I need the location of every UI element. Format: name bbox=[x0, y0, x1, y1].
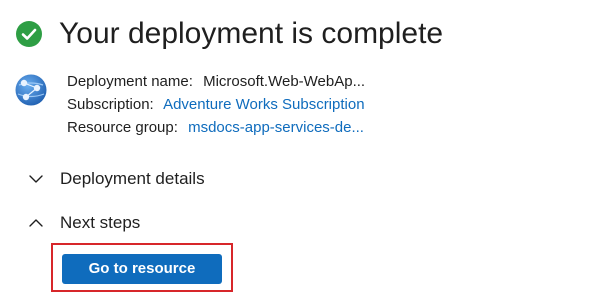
deployment-name-label: Deployment name: bbox=[67, 73, 193, 90]
subscription-row: Subscription: Adventure Works Subscripti… bbox=[67, 93, 365, 116]
go-to-resource-button[interactable]: Go to resource bbox=[62, 254, 222, 284]
next-steps-label: Next steps bbox=[60, 213, 141, 232]
resource-group-label: Resource group: bbox=[67, 119, 178, 136]
subscription-label: Subscription: bbox=[67, 96, 154, 113]
deployment-info: Deployment name: Microsoft.Web-WebAp... … bbox=[67, 70, 365, 139]
deployment-details-label: Deployment details bbox=[60, 169, 205, 188]
deployment-overview: Your deployment is complete Deployment n… bbox=[0, 0, 600, 300]
web-app-deployment-icon bbox=[15, 74, 47, 106]
deployment-name-row: Deployment name: Microsoft.Web-WebAp... bbox=[67, 70, 365, 93]
deployment-name-value: Microsoft.Web-WebAp... bbox=[203, 73, 366, 90]
page-title: Your deployment is complete bbox=[59, 17, 444, 50]
title-row: Your deployment is complete bbox=[15, 14, 443, 54]
success-check-icon bbox=[16, 21, 42, 47]
next-steps-toggle[interactable]: Next steps bbox=[28, 210, 140, 236]
resource-group-row: Resource group: msdocs-app-services-de..… bbox=[67, 116, 365, 139]
subscription-link[interactable]: Adventure Works Subscription bbox=[163, 96, 364, 113]
chevron-up-icon bbox=[29, 219, 43, 227]
resource-group-link[interactable]: msdocs-app-services-de... bbox=[188, 119, 364, 136]
chevron-down-icon bbox=[29, 175, 43, 183]
deployment-details-toggle[interactable]: Deployment details bbox=[28, 166, 205, 192]
